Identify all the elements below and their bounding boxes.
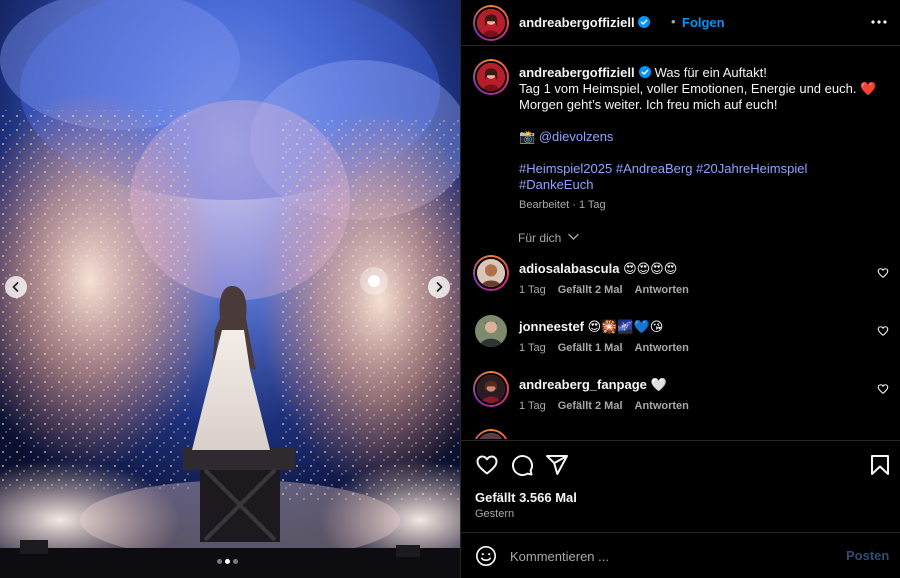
comment-text: 😍😍😍😍 [623, 261, 678, 276]
comment-text: 😍🎇🌌💙😘 [587, 319, 664, 334]
commenter-username[interactable]: adiosalabascula [519, 261, 619, 276]
reply-button[interactable]: Antworten [635, 400, 689, 412]
chevron-right-icon [436, 282, 443, 292]
verified-badge-icon [638, 66, 651, 78]
comment-likes[interactable]: Gefällt 1 Mal [558, 342, 623, 354]
verified-badge-icon [637, 16, 650, 28]
reply-button[interactable]: Antworten [635, 284, 689, 296]
comment-body: jonneestef 😍🎇🌌💙😘 [519, 319, 663, 335]
comment-meta: 1 Tag Gefällt 2 Mal Antworten [519, 284, 689, 296]
follow-button[interactable]: Folgen [682, 15, 725, 30]
comment-body: adiosalabascula 😍😍😍😍 [519, 261, 677, 277]
post-comment-button[interactable]: Posten [846, 548, 889, 563]
concert-photo [0, 0, 460, 578]
caption-author-avatar[interactable] [473, 59, 509, 95]
comment-like-heart-icon[interactable] [877, 267, 889, 279]
post-media[interactable] [0, 0, 460, 578]
instagram-post-modal: andreabergoffiziell • Folgen andreabergo… [0, 0, 900, 578]
comment-input[interactable] [510, 543, 830, 569]
reply-button[interactable]: Antworten [635, 342, 689, 354]
red-heart-emoji: ❤️ [860, 81, 877, 96]
comment-sort-dropdown[interactable]: Für dich [518, 231, 579, 245]
comment-likes[interactable]: Gefällt 2 Mal [558, 284, 623, 296]
comment-body: andreaberg_fanpage 🤍 [519, 377, 667, 393]
caption-text: andreabergoffiziell Was für ein Auftakt! … [519, 65, 879, 213]
caption-line-3: Morgen geht’s weiter. Ich freu mich auf … [519, 97, 778, 112]
comment-likes[interactable]: Gefällt 2 Mal [558, 400, 623, 412]
more-horizontal-icon[interactable] [870, 15, 888, 29]
avatar-image [477, 9, 505, 37]
carousel-dot [217, 559, 222, 564]
commenter-avatar[interactable] [473, 313, 509, 349]
commenter-avatar[interactable] [473, 429, 509, 439]
edited-label: Bearbeitet [519, 199, 570, 211]
comment-item: adiosalabascula 😍😍😍😍 1 Tag Gefällt 2 Mal… [461, 255, 900, 313]
carousel-dot [233, 559, 238, 564]
carousel-prev-button[interactable] [5, 276, 27, 298]
likes-count[interactable]: Gefällt 3.566 Mal [475, 490, 577, 505]
heart-icon[interactable] [475, 453, 499, 477]
send-icon[interactable] [545, 453, 569, 477]
hashtags-line-1[interactable]: #Heimspiel2025 #AndreaBerg #20JahreHeims… [519, 161, 879, 177]
header-separator: • [671, 14, 676, 29]
avatar-image [477, 63, 505, 91]
comment-time: 1 Tag [519, 284, 546, 296]
comment-composer: Posten [461, 532, 900, 578]
caption-time: 1 Tag [578, 199, 606, 211]
comment-item: jonneestef 😍🎇🌌💙😘 1 Tag Gefällt 1 Mal Ant… [461, 313, 900, 371]
comment-like-heart-icon[interactable] [877, 325, 889, 337]
commenter-avatar[interactable] [473, 255, 509, 291]
avatar-image [477, 375, 505, 403]
comment-meta: 1 Tag Gefällt 1 Mal Antworten [519, 342, 689, 354]
commenter-username[interactable]: jonneestef [519, 319, 584, 334]
comment-item: andreaberg_fanpage 🤍 1 Tag Gefällt 2 Mal… [461, 371, 900, 429]
avatar-image [475, 315, 507, 347]
comment-time: 1 Tag [519, 400, 546, 412]
carousel-indicator [217, 559, 238, 564]
carousel-dot-active [225, 559, 230, 564]
bookmark-icon[interactable] [868, 453, 892, 477]
comment-text: 🤍 [650, 377, 667, 392]
hashtags-line-2[interactable]: #DankeEuch [519, 177, 879, 193]
emoji-icon[interactable] [475, 545, 497, 567]
post-details-panel: andreabergoffiziell • Folgen andreabergo… [460, 0, 900, 578]
comment-like-heart-icon[interactable] [877, 383, 889, 395]
caption-username[interactable]: andreabergoffiziell [519, 65, 635, 80]
comment-time: 1 Tag [519, 342, 546, 354]
carousel-next-button[interactable] [428, 276, 450, 298]
commenter-username[interactable]: andreaberg_fanpage [519, 377, 647, 392]
comment-item-partial [461, 429, 900, 439]
post-date: Gestern [475, 508, 515, 520]
caption-meta: Bearbeitet · 1 Tag [519, 199, 606, 211]
avatar-image [477, 433, 505, 439]
chevron-left-icon [12, 282, 19, 292]
avatar-image [477, 259, 505, 287]
comments-scroll-area[interactable]: andreabergoffiziell Was für ein Auftakt! … [461, 47, 900, 439]
caption-line-1: Was für ein Auftakt! [654, 65, 767, 80]
author-username-text[interactable]: andreabergoffiziell [519, 15, 635, 30]
comment-icon[interactable] [510, 453, 534, 477]
caption-line-2: Tag 1 vom Heimspiel, voller Emotionen, E… [519, 81, 857, 96]
post-header: andreabergoffiziell • Folgen [461, 0, 900, 46]
commenter-avatar[interactable] [473, 371, 509, 407]
author-username[interactable]: andreabergoffiziell [519, 15, 650, 30]
post-actions: Gefällt 3.566 Mal Gestern [461, 440, 900, 532]
chevron-down-icon [568, 233, 579, 240]
author-avatar[interactable] [473, 5, 509, 41]
camera-emoji: 📸 [519, 129, 536, 144]
photo-credit-link[interactable]: @dievolzens [539, 129, 614, 144]
comment-sort-label: Für dich [518, 231, 562, 245]
comment-meta: 1 Tag Gefällt 2 Mal Antworten [519, 400, 689, 412]
